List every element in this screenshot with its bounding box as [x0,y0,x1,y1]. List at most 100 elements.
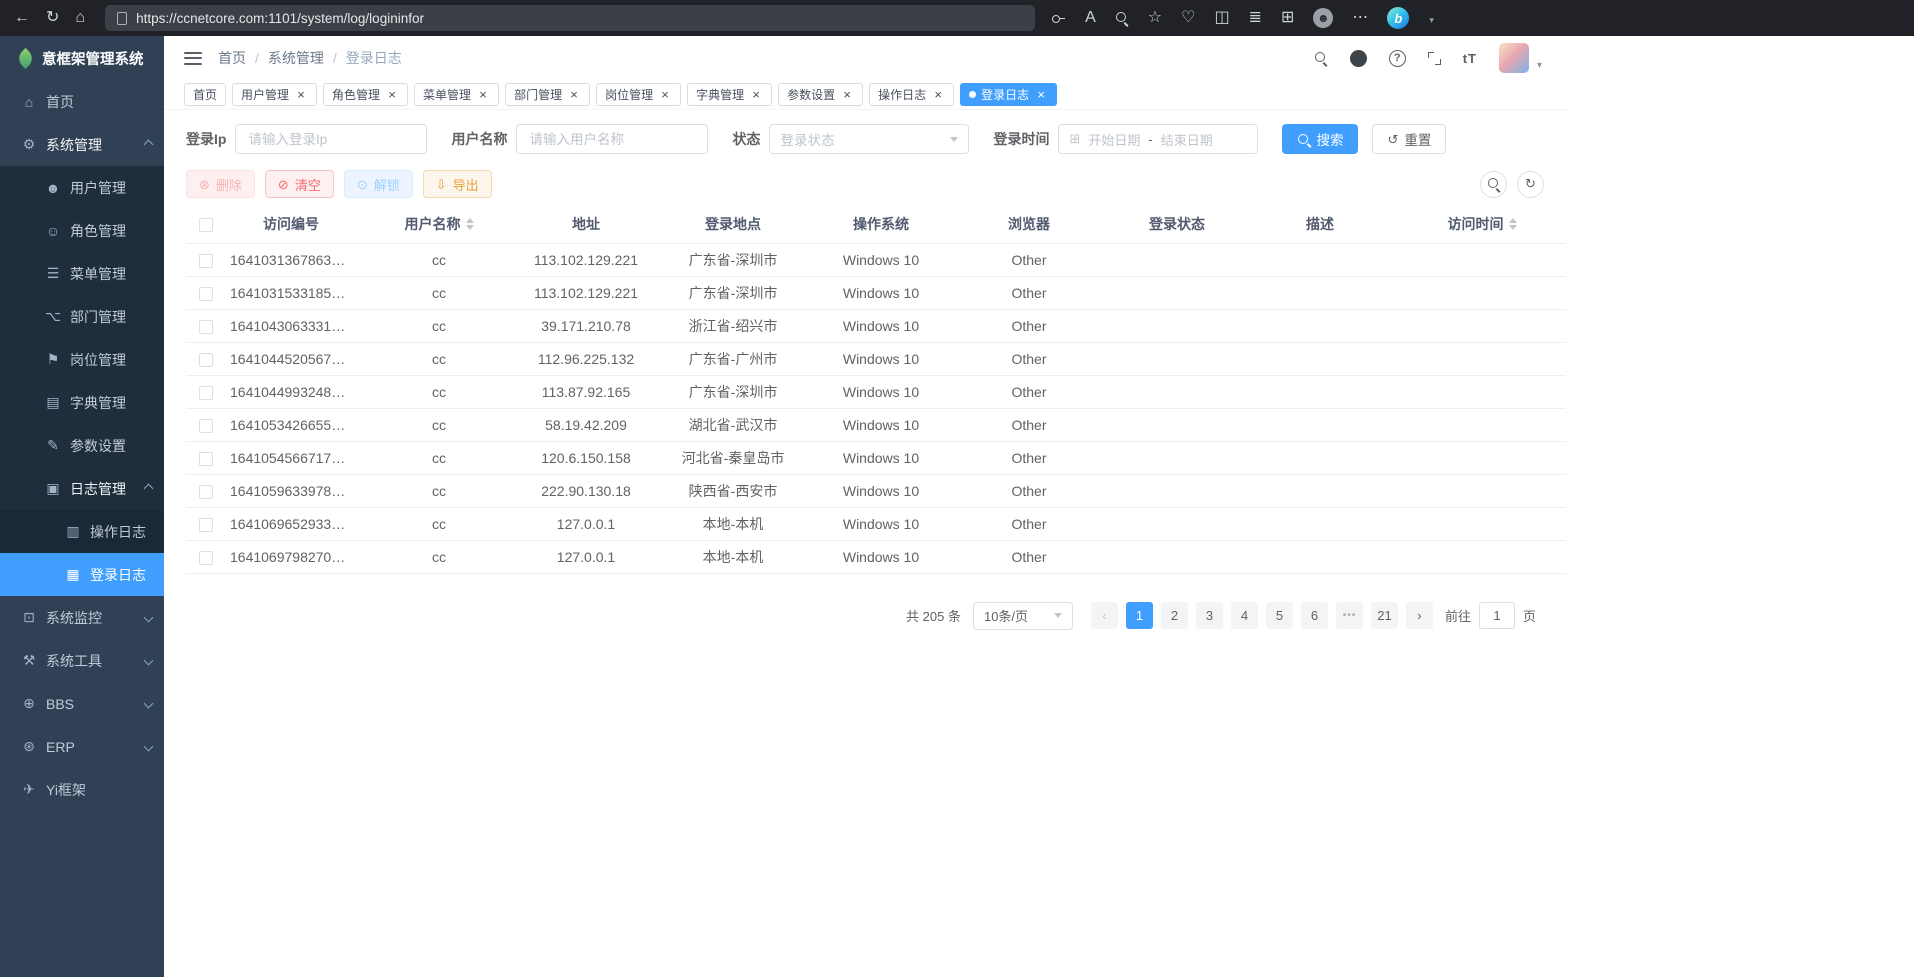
home-icon[interactable]: ⌂ [75,10,85,26]
login-time-range-picker[interactable]: ⊞ 开始日期 - 结束日期 [1058,124,1258,154]
sidebar-item[interactable]: ▤ 字典管理 [0,381,164,424]
close-tab-icon[interactable]: × [385,88,399,102]
browser-essentials-icon[interactable]: ♡ [1181,10,1195,26]
view-tab[interactable]: 参数设置 × [778,83,863,106]
view-tab[interactable]: 岗位管理 × [596,83,681,106]
view-tab[interactable]: 用户管理 × [232,83,317,106]
sidebar-item[interactable]: ▥ 操作日志 [0,510,164,553]
close-tab-icon[interactable]: × [294,88,308,102]
page-number-button[interactable]: 1 [1126,602,1153,629]
sidebar-item[interactable]: ⌥ 部门管理 [0,295,164,338]
row-checkbox[interactable] [199,386,213,400]
help-icon[interactable]: ? [1389,50,1406,67]
row-checkbox[interactable] [199,551,213,565]
page-number-button[interactable]: 2 [1161,602,1188,629]
export-button[interactable]: ⇩ 导出 [423,170,492,198]
column-header[interactable]: 描述 [1242,206,1398,243]
collections-icon[interactable]: ⊞ [1281,10,1294,26]
favorites-hub-icon[interactable]: ≣ [1249,10,1262,26]
row-checkbox[interactable] [199,287,213,301]
close-tab-icon[interactable]: × [840,88,854,102]
sidebar-item[interactable]: ⊕ BBS [0,682,164,725]
table-row[interactable]: 1641059633978281984 cc 222.90.130.18 陕西省… [186,474,1566,507]
column-header[interactable]: 访问时间 [1398,206,1566,243]
bing-caret-icon[interactable]: ▾ [1429,15,1434,26]
split-screen-icon[interactable]: ◫ [1214,10,1229,26]
row-checkbox[interactable] [199,320,213,334]
table-row[interactable]: 1641043063331753984 cc 39.171.210.78 浙江省… [186,309,1566,342]
table-row[interactable]: 1641031533185863680 cc 113.102.129.221 广… [186,276,1566,309]
row-checkbox[interactable] [199,485,213,499]
search-icon[interactable] [1314,51,1328,65]
table-row[interactable]: 1641044993248464896 cc 113.87.92.165 广东省… [186,375,1566,408]
sidebar-item[interactable]: ▦ 登录日志 [0,553,164,596]
hamburger-icon[interactable] [184,52,202,65]
next-page-button[interactable]: › [1406,602,1433,629]
column-header[interactable]: 访问编号 [226,206,356,243]
username-input[interactable] [516,124,708,154]
back-icon[interactable]: ← [14,10,30,26]
favorites-icon[interactable]: ☆ [1148,10,1162,26]
sidebar-item[interactable]: ✈ Yi框架 [0,768,164,811]
page-size-select[interactable]: 10条/页 [973,602,1073,630]
unlock-button[interactable]: ⊙ 解锁 [344,170,413,198]
table-row[interactable]: 1641031367863177216 cc 113.102.129.221 广… [186,243,1566,276]
address-bar[interactable]: https://ccnetcore.com:1101/system/log/lo… [105,5,1035,31]
select-all-checkbox[interactable] [199,218,213,232]
breadcrumb-item[interactable]: 登录日志 [346,48,402,68]
view-tab[interactable]: 操作日志 × [869,83,954,106]
breadcrumb-item[interactable]: 首页 [218,48,246,68]
prev-page-button[interactable]: ‹ [1091,602,1118,629]
table-row[interactable]: 1641053426655825920 cc 58.19.42.209 湖北省-… [186,408,1566,441]
github-icon[interactable] [1350,50,1367,67]
delete-button[interactable]: ⊗ 删除 [186,170,255,198]
read-aloud-icon[interactable]: A [1085,10,1096,26]
page-number-button[interactable]: 21 [1371,602,1398,629]
font-size-icon[interactable]: tT [1463,51,1477,66]
fullscreen-icon[interactable] [1428,52,1441,65]
sidebar-item[interactable]: ✎ 参数设置 [0,424,164,467]
sidebar-item[interactable]: ⊡ 系统监控 [0,596,164,639]
close-tab-icon[interactable]: × [476,88,490,102]
view-tab[interactable]: 首页 [184,83,226,106]
view-tab[interactable]: 部门管理 × [505,83,590,106]
column-header[interactable]: 浏览器 [946,206,1112,243]
refresh-table-button[interactable]: ↻ [1517,171,1544,198]
sidebar-item[interactable]: ⚙ 系统管理 [0,123,164,166]
close-tab-icon[interactable]: × [931,88,945,102]
breadcrumb-item[interactable]: 系统管理 [268,48,324,68]
table-row[interactable]: 1641069798270046208 cc 127.0.0.1 本地-本机 W… [186,540,1566,573]
close-tab-icon[interactable]: × [567,88,581,102]
table-row[interactable]: 1641069652933218304 cc 127.0.0.1 本地-本机 W… [186,507,1566,540]
page-number-button[interactable]: 4 [1231,602,1258,629]
close-tab-icon[interactable]: × [1034,88,1048,102]
sidebar-item[interactable]: ⊛ ERP [0,725,164,768]
status-select[interactable]: 登录状态 [769,124,969,154]
row-checkbox[interactable] [199,419,213,433]
close-tab-icon[interactable]: × [658,88,672,102]
toggle-search-button[interactable] [1480,171,1507,198]
column-header[interactable]: 操作系统 [816,206,946,243]
view-tab[interactable]: 登录日志 × [960,83,1057,106]
row-checkbox[interactable] [199,254,213,268]
row-checkbox[interactable] [199,452,213,466]
sort-icon[interactable] [1509,218,1517,230]
sidebar-item[interactable]: ☻ 用户管理 [0,166,164,209]
sidebar-item[interactable]: ⚒ 系统工具 [0,639,164,682]
refresh-icon[interactable]: ↻ [46,10,59,26]
page-number-button[interactable]: ••• [1336,602,1363,629]
clear-button[interactable]: ⊘ 清空 [265,170,334,198]
settings-dots-icon[interactable]: ⋯ [1352,10,1368,26]
avatar-caret-icon[interactable]: ▾ [1537,60,1542,73]
site-info-icon[interactable] [117,12,127,25]
profile-icon[interactable]: ☻ [1313,8,1333,28]
page-number-button[interactable]: 6 [1301,602,1328,629]
zoom-icon[interactable] [1115,11,1129,25]
reset-button[interactable]: ↺ 重置 [1372,124,1446,154]
column-header[interactable]: 登录状态 [1112,206,1242,243]
user-avatar[interactable] [1499,43,1529,73]
column-header[interactable]: 用户名称 [356,206,522,243]
sidebar-item[interactable]: ⚑ 岗位管理 [0,338,164,381]
sidebar-item[interactable]: ▣ 日志管理 [0,467,164,510]
view-tab[interactable]: 菜单管理 × [414,83,499,106]
